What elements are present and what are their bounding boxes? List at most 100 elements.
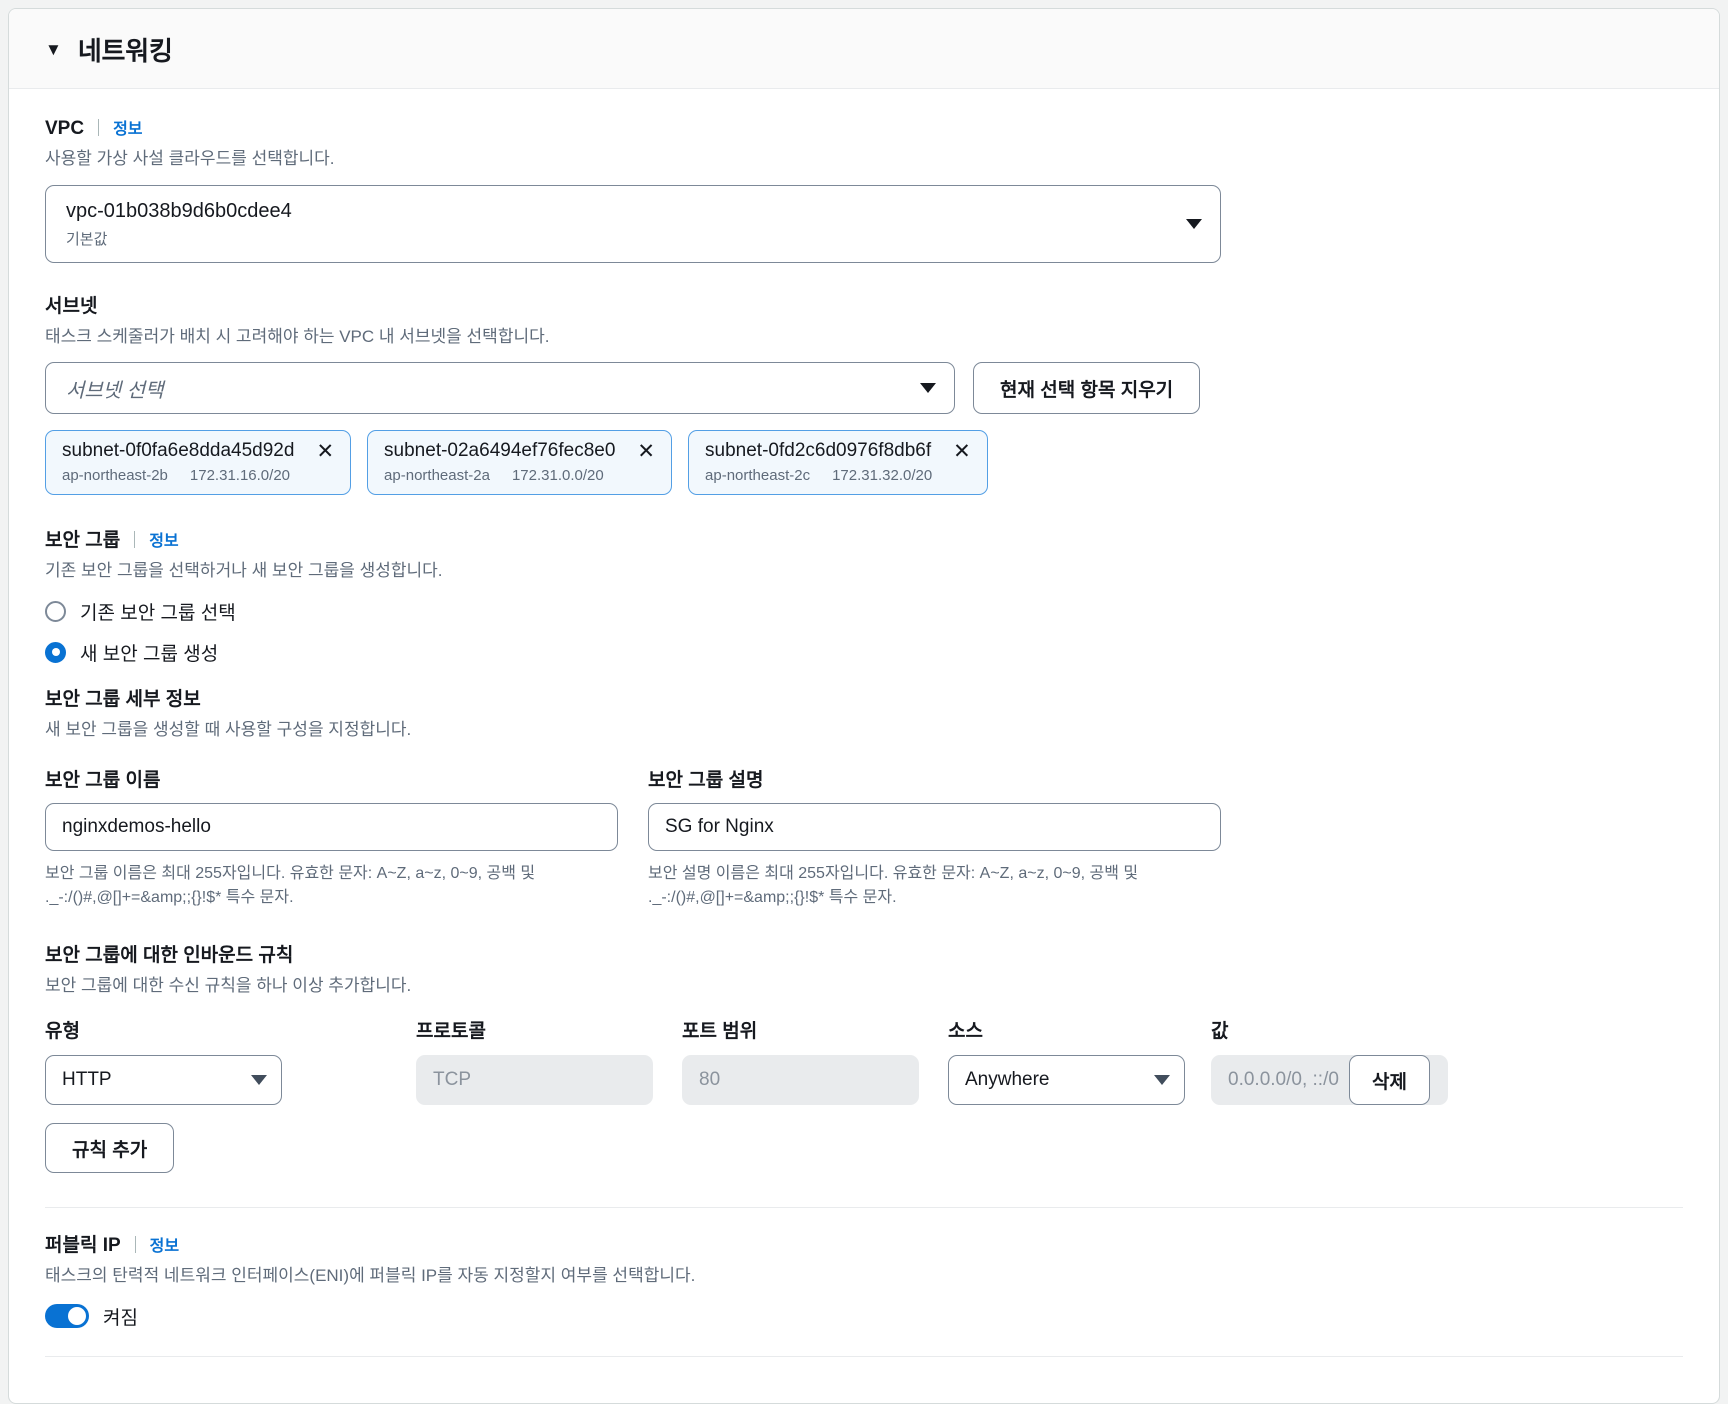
subnet-chip-id: subnet-0f0fa6e8dda45d92d [62,440,295,462]
subnet-chip-top: subnet-02a6494ef76fec8e0 ✕ [384,440,655,462]
delete-rule-button[interactable]: 삭제 [1349,1055,1430,1106]
security-group-details-description: 새 보안 그룹을 생성할 때 사용할 구성을 지정합니다. [45,719,412,739]
subnet-chip-cidr: 172.31.0.0/20 [511,467,604,485]
chevron-down-icon[interactable] [920,383,936,394]
security-group-description-col: 보안 그룹 설명 보안 설명 이름은 최대 255자입니다. 유효한 문자: A… [648,765,1221,910]
security-group-description-label: 보안 그룹 설명 [648,769,764,791]
column-header-type: 유형 [45,1021,80,1043]
subnet-chip-meta: ap-northeast-2b 172.31.16.0/20 [62,467,334,484]
inbound-rules-heading: 보안 그룹에 대한 인바운드 규칙 [45,944,294,966]
close-icon[interactable]: ✕ [953,441,971,462]
grid-spacer [564,1016,682,1055]
subnet-field: 서브넷 태스크 스케줄러가 배치 시 고려해야 하는 VPC 내 서브넷을 선택… [45,291,1683,496]
public-ip-toggle[interactable] [45,1304,89,1329]
subnet-chip-id: subnet-0fd2c6d0976f8db6f [705,440,932,462]
vpc-label: VPC [45,118,85,139]
grid-spacer [1349,1016,1449,1055]
vpc-select[interactable]: vpc-01b038b9d6b0cdee4 기본값 [45,184,1221,263]
page-title: 네트워킹 [77,36,173,66]
vpc-field: VPC 정보 사용할 가상 사설 클라우드를 선택합니다. vpc-01b038… [45,115,1683,263]
inbound-rules-description: 보안 그룹에 대한 수신 규칙을 하나 이상 추가합니다. [45,975,412,995]
security-group-description-input[interactable] [648,802,1221,851]
close-icon[interactable]: ✕ [637,441,655,462]
radio-label-create[interactable]: 새 보안 그룹 생성 [80,639,218,666]
grid-spacer [298,1016,416,1055]
rule-port-range-cell: 80 [682,1055,919,1106]
label-divider [98,119,100,136]
column-header-port-range: 포트 범위 [682,1021,758,1043]
subnet-chip-meta: ap-northeast-2c 172.31.32.0/20 [705,467,971,484]
security-group-name-input[interactable] [45,802,618,851]
public-ip-info-link[interactable]: 정보 [150,1232,179,1256]
radio-label-existing[interactable]: 기존 보안 그룹 선택 [80,598,236,625]
security-group-details-heading: 보안 그룹 세부 정보 [45,688,201,710]
rule-source-value: Anywhere [965,1069,1050,1091]
add-rule-button[interactable]: 규칙 추가 [45,1123,175,1174]
public-ip-field: 퍼블릭 IP 정보 태스크의 탄력적 네트워크 인터페이스(ENI)에 퍼블릭 … [45,1230,1683,1330]
security-group-label: 보안 그룹 [45,530,121,552]
radio-icon-checked[interactable] [45,641,66,663]
subnet-controls-row: 서브넷 선택 현재 선택 항목 지우기 [45,362,1683,415]
close-icon[interactable]: ✕ [316,441,334,462]
grid-spacer [298,1055,416,1105]
subnet-chip[interactable]: subnet-02a6494ef76fec8e0 ✕ ap-northeast-… [367,430,673,496]
security-group-name-col: 보안 그룹 이름 보안 그룹 이름은 최대 255자입니다. 유효한 문자: A… [45,765,618,910]
subnet-select-placeholder: 서브넷 선택 [66,379,164,402]
rule-value-cell: 0.0.0.0/0, ::/0 [1211,1055,1448,1106]
networking-body: VPC 정보 사용할 가상 사설 클라우드를 선택합니다. vpc-01b038… [9,89,1719,1403]
label-divider [134,1236,136,1254]
chevron-down-icon[interactable] [1186,218,1202,229]
clear-selection-button[interactable]: 현재 선택 항목 지우기 [973,362,1201,415]
rule-source-select[interactable]: Anywhere [948,1055,1185,1106]
subnet-chip-cidr: 172.31.16.0/20 [189,467,290,485]
public-ip-toggle-label: 켜짐 [103,1307,138,1329]
subnet-chip[interactable]: subnet-0f0fa6e8dda45d92d ✕ ap-northeast-… [45,430,352,496]
grid-spacer [564,1055,682,1105]
chevron-down-icon[interactable] [1154,1075,1170,1086]
column-header-source: 소스 [948,1021,983,1043]
subnet-select[interactable]: 서브넷 선택 [45,362,955,415]
subnet-label: 서브넷 [45,295,98,317]
security-group-description: 기존 보안 그룹을 선택하거나 새 보안 그룹을 생성합니다. [45,561,443,581]
subnet-chip-cidr: 172.31.32.0/20 [832,467,933,485]
security-group-info-link[interactable]: 정보 [149,527,178,551]
radio-icon-unchecked[interactable] [45,600,66,622]
subnet-chip-meta: ap-northeast-2a 172.31.0.0/20 [384,467,655,484]
section-divider [45,1207,1683,1209]
public-ip-toggle-row[interactable]: 켜짐 [45,1303,1683,1330]
rule-type-cell: HTTP [45,1055,298,1106]
caret-down-icon[interactable]: ▼ [45,41,62,58]
column-header-protocol: 프로토콜 [416,1021,486,1043]
vpc-select-text: vpc-01b038b9d6b0cdee4 기본값 [66,199,292,249]
security-group-name-constraint: 보안 그룹 이름은 최대 255자입니다. 유효한 문자: A~Z, a~z, … [45,864,536,906]
security-group-name-label: 보안 그룹 이름 [45,769,161,791]
rule-source-cell: Anywhere [948,1055,1211,1106]
subnet-chip-list: subnet-0f0fa6e8dda45d92d ✕ ap-northeast-… [45,430,1683,496]
subnet-chip[interactable]: subnet-0fd2c6d0976f8db6f ✕ ap-northeast-… [688,430,988,496]
subnet-chip-top: subnet-0f0fa6e8dda45d92d ✕ [62,440,334,462]
rule-protocol-cell: TCP [416,1055,653,1106]
rule-delete-cell: 삭제 [1349,1055,1449,1106]
chevron-down-icon[interactable] [251,1075,267,1086]
rule-type-value: HTTP [62,1069,112,1091]
grid-spacer [830,1016,948,1055]
security-group-inputs-row: 보안 그룹 이름 보안 그룹 이름은 최대 255자입니다. 유효한 문자: A… [45,765,1683,910]
vpc-description: 사용할 가상 사설 클라우드를 선택합니다. [45,149,335,168]
vpc-selected-value: vpc-01b038b9d6b0cdee4 [66,199,292,222]
radio-create-security-group[interactable]: 새 보안 그룹 생성 [45,639,1683,666]
rule-type-select[interactable]: HTTP [45,1055,282,1106]
vpc-info-link[interactable]: 정보 [113,115,142,139]
label-divider [134,531,136,549]
radio-existing-security-group[interactable]: 기존 보안 그룹 선택 [45,598,1683,625]
subnet-chip-az: ap-northeast-2a [384,467,490,485]
subnet-chip-id: subnet-02a6494ef76fec8e0 [384,440,616,462]
subnet-chip-az: ap-northeast-2b [62,467,168,485]
card-bottom-divider [45,1355,1683,1357]
column-header-value: 값 [1211,1021,1229,1043]
security-group-description-constraint: 보안 설명 이름은 최대 255자입니다. 유효한 문자: A~Z, a~z, … [648,864,1139,906]
networking-card: ▼ 네트워킹 VPC 정보 사용할 가상 사설 클라우드를 선택합니다. vpc… [8,8,1720,1404]
public-ip-description: 태스크의 탄력적 네트워크 인터페이스(ENI)에 퍼블릭 IP를 자동 지정할… [45,1266,696,1286]
networking-section-header[interactable]: ▼ 네트워킹 [9,9,1719,89]
public-ip-label-row: 퍼블릭 IP 정보 [45,1230,1683,1257]
grid-spacer [830,1055,948,1105]
